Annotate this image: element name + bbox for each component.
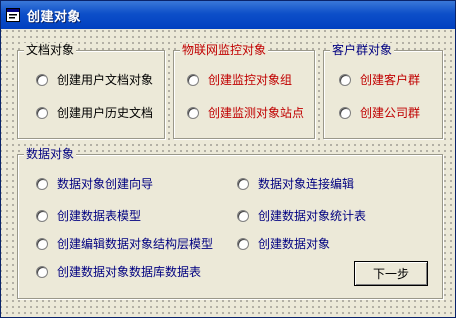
- radio-data-object-connection-edit[interactable]: 数据对象连接编辑: [237, 177, 354, 191]
- radio-create-edit-structure-layer-model[interactable]: 创建编辑数据对象结构层模型: [36, 237, 213, 251]
- radio-button[interactable]: [237, 178, 249, 190]
- next-button[interactable]: 下一步: [354, 261, 428, 286]
- radio-create-monitor-station[interactable]: 创建监测对象站点: [187, 106, 304, 120]
- radio-button[interactable]: [339, 74, 351, 86]
- radio-button[interactable]: [187, 74, 199, 86]
- radio-label: 创建用户历史文档: [57, 106, 154, 120]
- group-document-legend: 文档对象: [24, 43, 77, 57]
- radio-create-company-group[interactable]: 创建公司群: [339, 106, 420, 120]
- radio-label: 数据对象创建向导: [57, 177, 154, 191]
- radio-button[interactable]: [36, 74, 48, 86]
- radio-label: 创建数据对象数据库数据表: [57, 265, 202, 279]
- radio-label: 创建数据对象统计表: [258, 209, 367, 223]
- radio-button[interactable]: [187, 107, 199, 119]
- radio-label: 数据对象连接编辑: [258, 177, 355, 191]
- create-object-window: 创建对象 文档对象 创建用户文档对象 创建用户历史文档 物联网监控对象 创建监控…: [0, 0, 456, 318]
- radio-data-object-wizard[interactable]: 数据对象创建向导: [36, 177, 153, 191]
- radio-label: 创建监测对象站点: [208, 106, 305, 120]
- group-iot: 物联网监控对象: [173, 43, 315, 139]
- radio-label: 创建编辑数据对象结构层模型: [57, 237, 214, 251]
- radio-create-customer-group[interactable]: 创建客户群: [339, 73, 420, 87]
- app-form-icon: [6, 8, 20, 22]
- radio-create-monitor-group[interactable]: 创建监控对象组: [187, 73, 292, 87]
- radio-label: 创建用户文档对象: [57, 73, 154, 87]
- radio-button[interactable]: [36, 107, 48, 119]
- radio-button[interactable]: [237, 238, 249, 250]
- radio-create-user-history-document[interactable]: 创建用户历史文档: [36, 106, 153, 120]
- group-iot-legend: 物联网监控对象: [180, 43, 269, 57]
- group-customer-legend: 客户群对象: [330, 43, 395, 57]
- radio-create-data-object[interactable]: 创建数据对象: [237, 237, 330, 251]
- radio-label: 创建监控对象组: [208, 73, 293, 87]
- radio-button[interactable]: [36, 238, 48, 250]
- group-document: 文档对象: [17, 43, 165, 139]
- radio-button[interactable]: [36, 210, 48, 222]
- radio-create-data-object-db-table[interactable]: 创建数据对象数据库数据表: [36, 265, 201, 279]
- window-title: 创建对象: [27, 9, 82, 25]
- group-customer: 客户群对象: [323, 43, 443, 139]
- group-data-legend: 数据对象: [24, 147, 77, 161]
- radio-label: 创建数据表模型: [57, 209, 142, 223]
- radio-create-data-object-stat-table[interactable]: 创建数据对象统计表: [237, 209, 366, 223]
- radio-create-data-table-model[interactable]: 创建数据表模型: [36, 209, 141, 223]
- title-bar[interactable]: 创建对象: [1, 1, 455, 29]
- radio-button[interactable]: [36, 178, 48, 190]
- radio-label: 创建客户群: [360, 73, 421, 87]
- radio-label: 创建数据对象: [258, 237, 331, 251]
- radio-button[interactable]: [36, 266, 48, 278]
- radio-label: 创建公司群: [360, 106, 421, 120]
- radio-create-user-document[interactable]: 创建用户文档对象: [36, 73, 153, 87]
- radio-button[interactable]: [339, 107, 351, 119]
- radio-button[interactable]: [237, 210, 249, 222]
